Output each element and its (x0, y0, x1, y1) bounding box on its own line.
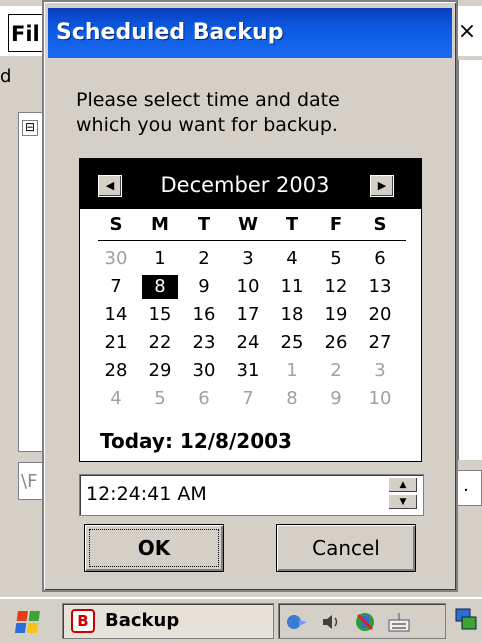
prev-month-icon[interactable]: ◀ (98, 175, 122, 197)
calendar-day[interactable]: 11 (274, 275, 310, 299)
volume-icon[interactable] (319, 610, 343, 634)
taskbar: B Backup (0, 597, 482, 643)
calendar-month-year[interactable]: December 2003 (130, 159, 360, 209)
calendar-header: ◀ December 2003 ▶ (80, 159, 421, 209)
calendar-day[interactable]: 3 (230, 247, 266, 271)
tree-expander-icon[interactable]: ⊟ (22, 120, 38, 136)
calendar-day[interactable]: 27 (362, 331, 398, 355)
taskbar-backup-label: Backup (105, 610, 180, 631)
date-picker-calendar[interactable]: ◀ December 2003 ▶ Today: 12/8/2003 S M T W T… (79, 158, 422, 462)
weekday-label: S (109, 214, 123, 235)
next-month-icon[interactable]: ▶ (370, 175, 394, 197)
calendar-day[interactable]: 20 (362, 303, 398, 327)
calendar-day[interactable]: 30 (98, 247, 134, 271)
weekday-label: F (329, 214, 343, 235)
calendar-day[interactable]: 1 (274, 359, 310, 383)
calendar-day[interactable]: 2 (318, 359, 354, 383)
calendar-day[interactable]: 31 (230, 359, 266, 383)
prompt-line-2: which you want for backup. (76, 114, 338, 136)
weekday-label: M (151, 214, 169, 235)
calendar-day[interactable]: 23 (186, 331, 222, 355)
dialog-prompt: Please select time and date which you wa… (76, 88, 436, 138)
calendar-day[interactable]: 26 (318, 331, 354, 355)
calendar-day[interactable]: 6 (186, 387, 222, 411)
calendar-day[interactable]: 10 (362, 387, 398, 411)
background-panel-edge (458, 60, 482, 460)
calendar-day[interactable]: 13 (362, 275, 398, 299)
calendar-day[interactable]: 19 (318, 303, 354, 327)
calendar-day[interactable]: 17 (230, 303, 266, 327)
time-spinner[interactable]: ▲ ▼ (388, 477, 418, 511)
calendar-day[interactable]: 29 (142, 359, 178, 383)
calendar-day[interactable]: 30 (186, 359, 222, 383)
calendar-day[interactable]: 4 (274, 247, 310, 271)
calendar-day[interactable]: 9 (186, 275, 222, 299)
keyboard-icon[interactable] (387, 610, 411, 634)
calendar-day[interactable]: 4 (98, 387, 134, 411)
start-menu-icon[interactable] (4, 605, 56, 639)
calendar-day[interactable]: 10 (230, 275, 266, 299)
spin-up-icon[interactable]: ▲ (388, 477, 418, 493)
backup-app-icon: B (71, 609, 95, 633)
background-side-text: d (0, 66, 12, 87)
calendar-day[interactable]: 3 (362, 359, 398, 383)
weekday-label: T (197, 214, 211, 235)
calendar-day[interactable]: 28 (98, 359, 134, 383)
calendar-day[interactable]: 6 (362, 247, 398, 271)
system-tray (278, 603, 446, 639)
calendar-day[interactable]: 15 (142, 303, 178, 327)
cancel-button[interactable]: Cancel (276, 524, 416, 572)
time-value[interactable]: 12:24:41 AM (86, 483, 207, 505)
weekday-divider (98, 240, 406, 241)
network-icon[interactable] (285, 610, 309, 634)
time-input[interactable]: 12:24:41 AM ▲ ▼ (79, 474, 424, 516)
taskbar-backup-button[interactable]: B Backup (62, 603, 274, 639)
calendar-day[interactable]: 25 (274, 331, 310, 355)
calendar-day[interactable]: 5 (318, 247, 354, 271)
calendar-day[interactable]: 16 (186, 303, 222, 327)
calendar-day[interactable]: 7 (230, 387, 266, 411)
calendar-day[interactable]: 18 (274, 303, 310, 327)
scheduled-backup-dialog: Scheduled Backup Please select time and … (42, 0, 458, 592)
prompt-line-1: Please select time and date (76, 89, 340, 111)
weekday-label: S (373, 214, 387, 235)
calendar-day[interactable]: 12 (318, 275, 354, 299)
calendar-today-label[interactable]: Today: 12/8/2003 (100, 429, 292, 453)
show-desktop-icon[interactable] (448, 603, 480, 639)
calendar-day[interactable]: 22 (142, 331, 178, 355)
calendar-day[interactable]: 1 (142, 247, 178, 271)
weekday-label: W (238, 214, 258, 235)
sync-icon[interactable] (353, 610, 377, 634)
ok-button[interactable]: OK (84, 524, 224, 572)
calendar-day[interactable]: 21 (98, 331, 134, 355)
calendar-day[interactable]: 8 (274, 387, 310, 411)
calendar-day[interactable]: 24 (230, 331, 266, 355)
dialog-title: Scheduled Backup (48, 8, 452, 58)
calendar-day[interactable]: 7 (98, 275, 134, 299)
weekday-label: T (285, 214, 299, 235)
calendar-day-selected[interactable]: 8 (142, 275, 178, 299)
calendar-day[interactable]: 2 (186, 247, 222, 271)
spin-down-icon[interactable]: ▼ (388, 494, 418, 510)
calendar-day[interactable]: 9 (318, 387, 354, 411)
calendar-day[interactable]: 5 (142, 387, 178, 411)
calendar-day[interactable]: 14 (98, 303, 134, 327)
